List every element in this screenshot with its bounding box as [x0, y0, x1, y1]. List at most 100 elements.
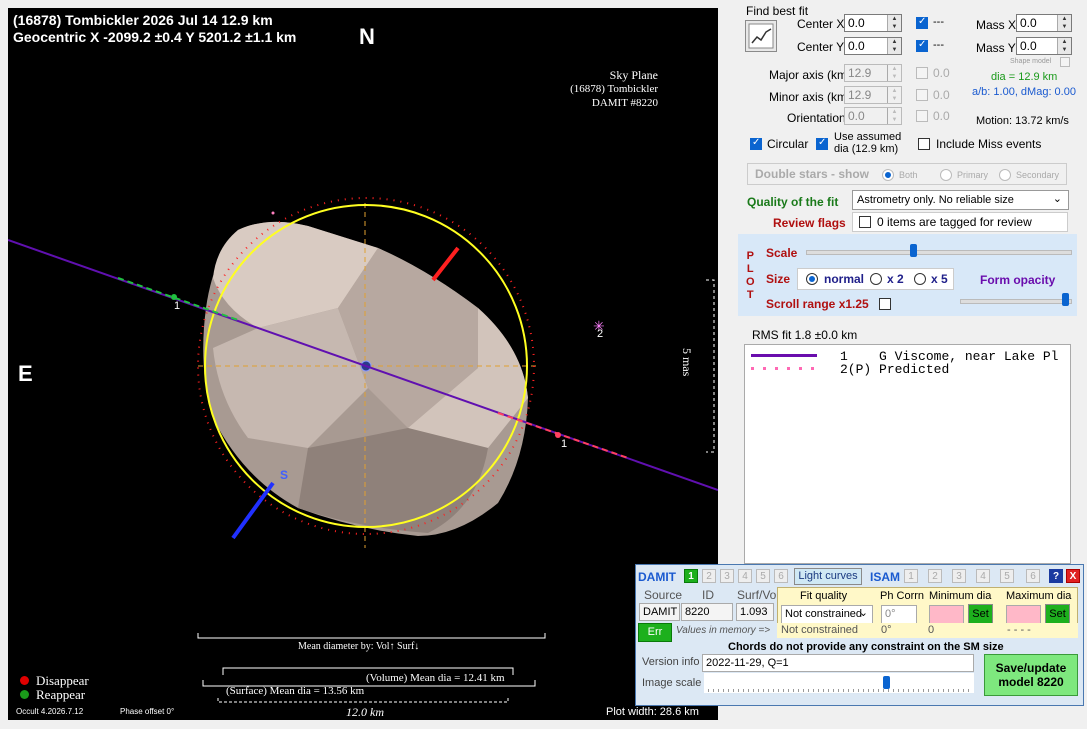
reappear-dot — [20, 690, 29, 699]
major-axis-input[interactable]: 12.9 ▲ ▼ — [844, 64, 902, 82]
chord-2-row: 2(P) Predicted — [840, 362, 950, 377]
scale-label: Scale — [766, 246, 798, 260]
review-flags-checkbox[interactable] — [859, 216, 871, 228]
chord-label-start: 1 — [174, 300, 181, 312]
shape-model-label: Shape model — [1010, 58, 1052, 65]
mem-max-dia: - - - - — [1007, 624, 1031, 636]
mass-y-input[interactable]: 0.0 ▲ ▼ — [1016, 37, 1072, 55]
mem-fit-quality: Not constrained — [781, 624, 859, 636]
image-scale-slider[interactable] — [704, 673, 974, 693]
fit-quality-select[interactable]: Not constrained ⌄ — [781, 605, 873, 624]
quality-select[interactable]: Astrometry only. No reliable size ⌄ — [852, 190, 1069, 210]
max-dia-set-button[interactable]: Set — [1045, 604, 1070, 624]
fit-quality-header: Fit quality — [800, 590, 848, 602]
both-radio[interactable] — [882, 169, 894, 181]
orientation-checkbox[interactable] — [916, 110, 928, 122]
find-best-fit-button[interactable] — [745, 20, 777, 52]
mass-x-input[interactable]: 0.0 ▲ ▼ — [1016, 14, 1072, 32]
scroll-range-checkbox[interactable] — [879, 298, 891, 310]
damit-panel: DAMIT 1 2 3 4 5 6 Light curves ISAM 1 2 … — [635, 564, 1084, 706]
chord-1-swatch — [751, 354, 817, 357]
s-marker: S — [280, 468, 289, 482]
chord-label-end: 1 — [561, 438, 568, 450]
isam-tab-2[interactable]: 2 — [928, 569, 942, 583]
mem-min-dia: 0 — [928, 624, 935, 636]
east-label: E — [18, 361, 33, 386]
min-dia-header: Minimum dia — [929, 590, 992, 602]
primary-radio[interactable] — [940, 169, 952, 181]
version-info-field[interactable]: 2022-11-29, Q=1 — [702, 654, 974, 672]
chevron-down-icon: ⌄ — [858, 607, 868, 619]
center-x-checkbox[interactable] — [916, 16, 928, 29]
major-axis-offset: 0.0 — [933, 66, 950, 80]
primary-label: Primary — [957, 170, 988, 180]
isam-tab-1[interactable]: 1 — [904, 569, 918, 583]
plot-controls: PLOT Scale Size normal x 2 x 5 Form opac… — [738, 234, 1077, 316]
damit-tab-4[interactable]: 4 — [738, 569, 752, 583]
isam-tab-5[interactable]: 5 — [1000, 569, 1014, 583]
plot-title-line2: Geocentric X -2099.2 ±0.4 Y 5201.2 ±1.1 … — [13, 29, 297, 45]
opacity-slider[interactable] — [960, 290, 1072, 310]
center-x-input[interactable]: 0.0 ▲ ▼ — [844, 14, 902, 32]
damit-tab-5[interactable]: 5 — [756, 569, 770, 583]
version-label: Occult 4.2026.7.12 — [16, 707, 84, 716]
review-flags-label: Review flags — [773, 216, 846, 230]
min-dia-field[interactable] — [929, 605, 964, 624]
source-field: DAMIT — [639, 603, 680, 621]
mass-x-label: Mass X — [976, 18, 1017, 32]
max-dia-field[interactable] — [1006, 605, 1041, 624]
orientation-offset: 0.0 — [933, 109, 950, 123]
light-curves-button[interactable]: Light curves — [794, 568, 862, 585]
center-y-input[interactable]: 0.0 ▲ ▼ — [844, 37, 902, 55]
err-button[interactable]: Err — [638, 623, 672, 642]
orientation-input[interactable]: 0.0 ▲ ▼ — [844, 107, 902, 125]
volume-mean: (Volume) Mean dia = 12.41 km — [366, 672, 505, 684]
isam-tab-6[interactable]: 6 — [1026, 569, 1040, 583]
id-field: 8220 — [681, 603, 733, 621]
rms-fit: RMS fit 1.8 ±0.0 km — [752, 328, 858, 342]
dia-text: dia = 12.9 km — [991, 71, 1058, 83]
scale-slider[interactable] — [806, 241, 1072, 261]
scale-km: 12.0 km — [346, 705, 384, 719]
use-assumed-checkbox[interactable] — [816, 137, 828, 150]
scroll-range-label: Scroll range x1.25 — [766, 297, 869, 311]
size-normal-radio[interactable] — [806, 273, 818, 285]
circular-checkbox[interactable] — [750, 137, 762, 150]
close-button[interactable]: X — [1066, 569, 1080, 583]
memory-values-row: Not constrained 0° 0 - - - - — [777, 623, 1078, 638]
mean-dia-by: Mean diameter by: Vol↑ Surf↓ — [298, 641, 420, 652]
min-dia-set-button[interactable]: Set — [968, 604, 993, 624]
sky-plane-plot[interactable]: ✳ (16878) Tombickler 2026 Jul 14 12.9 km… — [8, 8, 718, 720]
secondary-radio[interactable] — [999, 169, 1011, 181]
minor-axis-input[interactable]: 12.9 ▲ ▼ — [844, 86, 902, 104]
minor-axis-checkbox[interactable] — [916, 89, 928, 101]
major-axis-checkbox[interactable] — [916, 67, 928, 79]
motion-text: Motion: 13.72 km/s — [976, 115, 1069, 127]
include-miss-checkbox[interactable] — [918, 138, 930, 150]
chevron-down-icon: ⌄ — [1052, 193, 1062, 205]
size-x5-radio[interactable] — [914, 273, 926, 285]
ph-corrn-field[interactable]: 0° — [881, 605, 917, 624]
isam-tab-3[interactable]: 3 — [952, 569, 966, 583]
plot-title-line1: (16878) Tombickler 2026 Jul 14 12.9 km — [13, 12, 273, 28]
save-update-button[interactable]: Save/update model 8220 — [984, 654, 1078, 696]
minor-axis-offset: 0.0 — [933, 88, 950, 102]
chord-2-swatch — [751, 367, 817, 370]
help-button[interactable]: ? — [1049, 569, 1063, 583]
size-group: normal x 2 x 5 — [797, 268, 954, 290]
review-flags-text: 0 items are tagged for review — [877, 215, 1032, 229]
damit-tab-1[interactable]: 1 — [684, 569, 698, 583]
chord-list[interactable]: 1 G Viscome, near Lake Pl 2(P) Predicted — [744, 344, 1071, 564]
review-flags-box: 0 items are tagged for review — [852, 212, 1068, 232]
damit-tab-3[interactable]: 3 — [720, 569, 734, 583]
both-label: Both — [899, 170, 918, 180]
damit-tab-6[interactable]: 6 — [774, 569, 788, 583]
damit-tab-2[interactable]: 2 — [702, 569, 716, 583]
source-header: Source — [644, 588, 683, 602]
shape-model-checkbox[interactable] — [1060, 57, 1070, 67]
id-header: ID — [702, 588, 714, 602]
isam-tab-4[interactable]: 4 — [976, 569, 990, 583]
center-y-checkbox[interactable] — [916, 39, 928, 52]
size-x2-radio[interactable] — [870, 273, 882, 285]
phase-offset: Phase offset 0° — [120, 707, 175, 716]
